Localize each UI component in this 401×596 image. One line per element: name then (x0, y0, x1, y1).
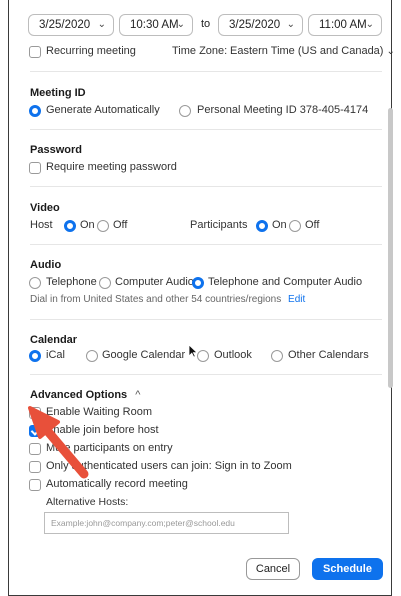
end-date-picker[interactable]: 3/25/2020 ⌄ (218, 14, 303, 36)
video-title: Video (30, 202, 60, 214)
video-participants-label: Participants (190, 219, 248, 231)
personal-meeting-id-label: Personal Meeting ID 378-405-4174 (197, 104, 369, 116)
divider (30, 319, 382, 320)
radio-participants-video-on[interactable] (256, 220, 268, 232)
radio-calendar-other[interactable] (271, 350, 283, 362)
calendar-ical-label: iCal (46, 349, 65, 361)
alternative-hosts-label: Alternative Hosts: (46, 496, 129, 508)
radio-audio-both[interactable] (192, 277, 204, 289)
divider (30, 374, 382, 375)
radio-calendar-ical[interactable] (29, 350, 41, 362)
auto-record-label: Automatically record meeting (46, 478, 188, 490)
dial-in-info: Dial in from United States and other 54 … (30, 294, 305, 305)
start-time-value: 10:30 AM (130, 19, 179, 31)
audio-telephone-label: Telephone (46, 276, 97, 288)
scrollbar[interactable] (388, 108, 393, 388)
start-date-picker[interactable]: 3/25/2020 ⌄ (28, 14, 114, 36)
end-date-value: 3/25/2020 (229, 19, 281, 31)
dial-in-edit-link[interactable]: Edit (288, 294, 305, 305)
divider (30, 244, 382, 245)
video-host-label: Host (30, 219, 53, 231)
audio-computer-label: Computer Audio (115, 276, 194, 288)
start-time-picker[interactable]: 10:30 AM ⌄ (119, 14, 193, 36)
audio-both-label: Telephone and Computer Audio (208, 276, 363, 288)
audio-title: Audio (30, 259, 62, 271)
divider (30, 186, 382, 187)
advanced-options-title[interactable]: Advanced Options ^ (30, 389, 140, 401)
radio-audio-telephone[interactable] (29, 277, 41, 289)
radio-generate-automatically[interactable] (29, 105, 41, 117)
alternative-hosts-input[interactable]: Example:john@company.com;peter@school.ed… (44, 512, 289, 534)
radio-host-video-off[interactable] (97, 220, 109, 232)
join-before-host-label: Enable join before host (46, 424, 159, 436)
calendar-title: Calendar (30, 334, 78, 346)
generate-automatically-label: Generate Automatically (46, 104, 160, 116)
advanced-options-label: Advanced Options (30, 389, 128, 401)
end-time-value: 11:00 AM (319, 19, 367, 31)
password-title: Password (30, 144, 82, 156)
join-before-host-checkbox[interactable] (29, 425, 41, 437)
waiting-room-checkbox[interactable] (29, 407, 41, 419)
timezone-value: Eastern Time (US and Canada) (230, 45, 384, 57)
start-date-value: 3/25/2020 (39, 19, 91, 31)
timezone-select[interactable]: Eastern Time (US and Canada) ⌄ (230, 45, 395, 57)
calendar-outlook-label: Outlook (214, 349, 252, 361)
authenticated-users-label: Only authenticated users can join: Sign … (46, 460, 292, 472)
recurring-meeting-checkbox[interactable] (29, 46, 41, 58)
meeting-id-title: Meeting ID (30, 87, 86, 99)
alternative-hosts-placeholder: Example:john@company.com;peter@school.ed… (51, 518, 235, 528)
radio-calendar-google[interactable] (86, 350, 98, 362)
chevron-up-icon: ^ (135, 389, 141, 401)
divider (30, 129, 382, 130)
require-password-label: Require meeting password (46, 161, 177, 173)
recurring-meeting-label: Recurring meeting (46, 45, 136, 57)
radio-personal-meeting-id[interactable] (179, 105, 191, 117)
chevron-down-icon: ⌄ (386, 46, 395, 57)
end-time-picker[interactable]: 11:00 AM ⌄ (308, 14, 382, 36)
waiting-room-label: Enable Waiting Room (46, 406, 152, 418)
participants-video-off-label: Off (305, 219, 320, 231)
schedule-button[interactable]: Schedule (312, 558, 383, 580)
radio-host-video-on[interactable] (64, 220, 76, 232)
to-label: to (201, 18, 211, 30)
chevron-down-icon: ⌄ (286, 19, 295, 30)
radio-audio-computer[interactable] (99, 277, 111, 289)
radio-participants-video-off[interactable] (289, 220, 301, 232)
participants-video-on-label: On (272, 219, 287, 231)
cancel-button[interactable]: Cancel (246, 558, 300, 580)
radio-calendar-outlook[interactable] (197, 350, 209, 362)
mute-on-entry-checkbox[interactable] (29, 443, 41, 455)
mute-on-entry-label: Mute participants on entry (46, 442, 173, 454)
dial-in-text: Dial in from United States and other 54 … (30, 294, 282, 305)
calendar-google-label: Google Calendar (102, 349, 186, 361)
mouse-cursor-icon (188, 344, 198, 358)
authenticated-users-checkbox[interactable] (29, 461, 41, 473)
require-password-checkbox[interactable] (29, 162, 41, 174)
chevron-down-icon: ⌄ (365, 19, 374, 30)
host-video-off-label: Off (113, 219, 128, 231)
chevron-down-icon: ⌄ (176, 19, 185, 30)
auto-record-checkbox[interactable] (29, 479, 41, 491)
divider (30, 71, 382, 72)
chevron-down-icon: ⌄ (97, 19, 106, 30)
host-video-on-label: On (80, 219, 95, 231)
calendar-other-label: Other Calendars (288, 349, 369, 361)
timezone-label: Time Zone: (172, 45, 228, 57)
